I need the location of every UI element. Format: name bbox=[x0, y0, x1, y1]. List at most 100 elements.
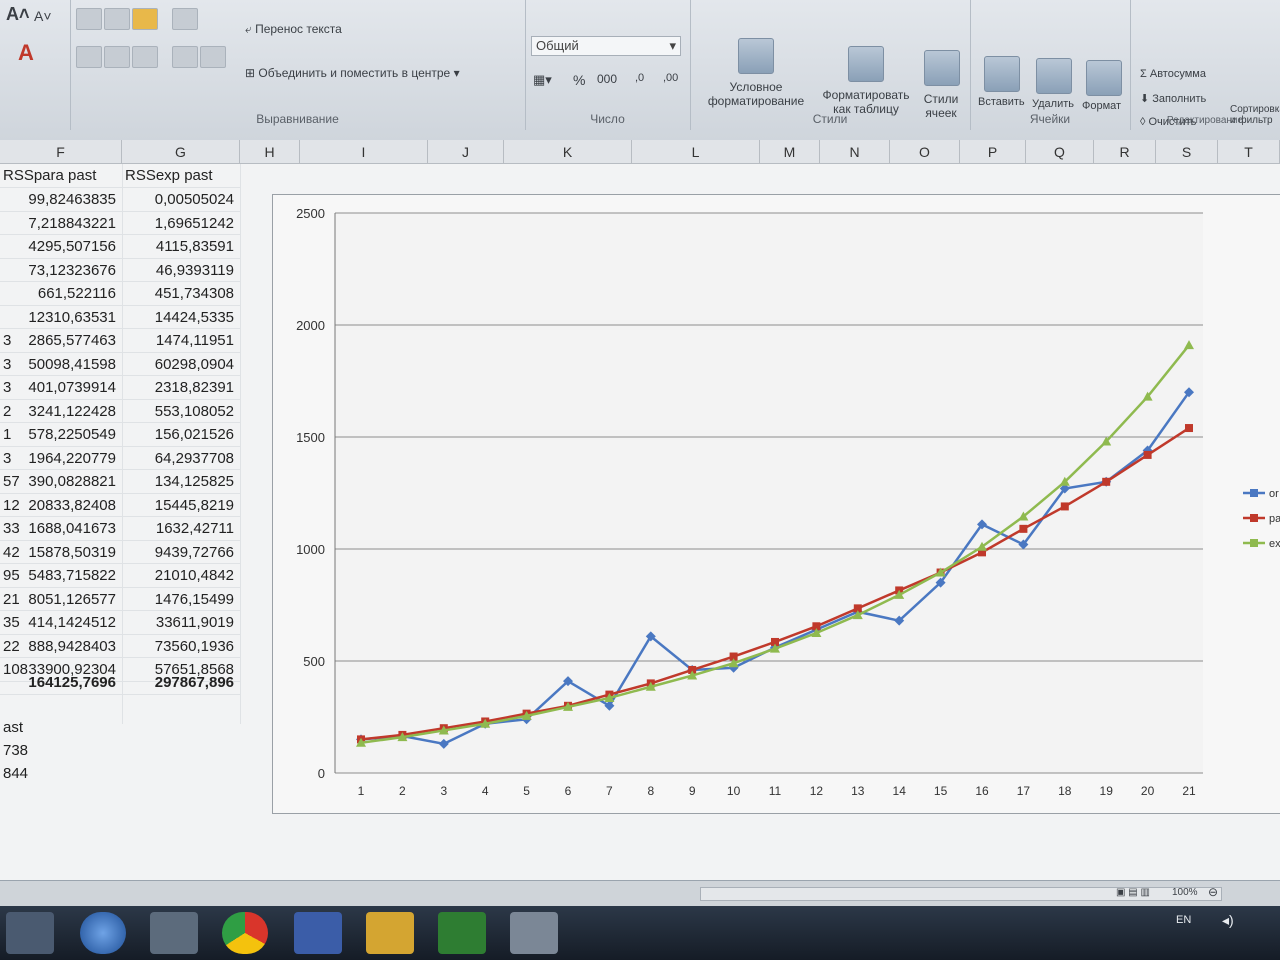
line-chart[interactable]: 0 500 1000 1500 2000 2500 1 2 3 4 5 6 7 8 9 10 11 12 13 14 1… bbox=[272, 194, 1280, 814]
cell-rss-para[interactable]: 888,9428403 bbox=[0, 635, 122, 658]
decrease-decimal-icon[interactable]: ,00 bbox=[663, 72, 678, 84]
lower-label[interactable]: ast bbox=[0, 716, 60, 740]
align-middle-icon[interactable] bbox=[104, 8, 130, 30]
number-format-select[interactable]: Общий ▾ bbox=[531, 36, 681, 56]
zoom-level[interactable]: 100% bbox=[1172, 887, 1198, 898]
cell-rss-exp[interactable]: 156,021526 bbox=[122, 423, 240, 447]
column-header[interactable]: J bbox=[428, 140, 504, 164]
column-header[interactable]: N bbox=[820, 140, 890, 164]
zoom-out-icon[interactable]: ⊖ bbox=[1208, 885, 1218, 899]
chrome-icon[interactable] bbox=[222, 912, 268, 954]
column-header[interactable]: P bbox=[960, 140, 1026, 164]
cell-rss-exp[interactable]: 46,9393119 bbox=[122, 259, 240, 282]
merge-center-button[interactable]: ⊞ Объединить и поместить в центре ▾ bbox=[245, 66, 460, 80]
header-rss-para[interactable]: RSSpara past bbox=[0, 164, 122, 188]
media-player-icon[interactable] bbox=[6, 912, 54, 954]
fill-button[interactable]: ⬇ Заполнить bbox=[1140, 92, 1206, 105]
column-header[interactable]: Q bbox=[1026, 140, 1094, 164]
increase-font-icon[interactable]: A˄ bbox=[6, 4, 30, 25]
column-header[interactable]: H bbox=[240, 140, 300, 164]
column-header[interactable]: T bbox=[1218, 140, 1280, 164]
cell-rss-para[interactable]: 8051,126577 bbox=[0, 588, 122, 611]
cell-rss-exp[interactable]: 451,734308 bbox=[122, 282, 240, 306]
increase-indent-icon[interactable] bbox=[200, 46, 226, 68]
cell-rss-para[interactable]: 578,2250549 bbox=[0, 423, 122, 447]
cell-rss-exp[interactable]: 4115,83591 bbox=[122, 235, 240, 259]
column-header[interactable]: L bbox=[632, 140, 760, 164]
volume-icon[interactable]: ◂) bbox=[1222, 912, 1234, 929]
cell-rss-para[interactable]: 661,522116 bbox=[0, 282, 122, 306]
explorer-icon[interactable] bbox=[150, 912, 198, 954]
wrap-text-button[interactable]: ⤶ Перенос текста bbox=[245, 22, 342, 37]
cell-rss-exp[interactable]: 1,69651242 bbox=[122, 212, 240, 235]
cell-rss-exp[interactable]: 9439,72766 bbox=[122, 541, 240, 564]
cell-rss-exp[interactable]: 14424,5335 bbox=[122, 306, 240, 329]
align-left-icon[interactable] bbox=[76, 46, 102, 68]
header-rss-exp[interactable]: RSSexp past bbox=[122, 164, 240, 188]
align-right-icon[interactable] bbox=[132, 46, 158, 68]
cell-rss-para[interactable]: 3241,122428 bbox=[0, 400, 122, 423]
percent-icon[interactable]: % bbox=[573, 72, 585, 88]
font-color-icon[interactable]: A bbox=[18, 40, 34, 66]
cell-rss-exp[interactable]: 1476,15499 bbox=[122, 588, 240, 611]
format-button[interactable]: Формат bbox=[1082, 100, 1121, 112]
calculator-app-icon[interactable] bbox=[510, 912, 558, 954]
excel-icon[interactable] bbox=[438, 912, 486, 954]
start-orb-icon[interactable] bbox=[80, 912, 126, 954]
column-header[interactable]: O bbox=[890, 140, 960, 164]
decrease-indent-icon[interactable] bbox=[172, 46, 198, 68]
insert-cells-icon[interactable] bbox=[984, 56, 1020, 92]
cell-styles-icon[interactable] bbox=[924, 50, 960, 86]
cell-rss-para[interactable]: 1688,041673 bbox=[0, 517, 122, 541]
lower-label[interactable]: 844 bbox=[0, 762, 60, 786]
align-bottom-icon[interactable] bbox=[132, 8, 158, 30]
cell-rss-exp[interactable]: 2318,82391 bbox=[122, 376, 240, 400]
cell-rss-para[interactable]: 4295,507156 bbox=[0, 235, 122, 259]
cell-rss-para[interactable]: 401,0739914 bbox=[0, 376, 122, 400]
column-header[interactable]: I bbox=[300, 140, 428, 164]
calculator-icon[interactable] bbox=[294, 912, 342, 954]
cell-rss-para[interactable]: 73,12323676 bbox=[0, 259, 122, 282]
cell-rss-exp[interactable]: 64,2937708 bbox=[122, 447, 240, 470]
increase-decimal-icon[interactable]: ,0 bbox=[635, 72, 644, 84]
cell-rss-para[interactable]: 1964,220779 bbox=[0, 447, 122, 470]
conditional-format-icon[interactable] bbox=[738, 38, 774, 74]
cell-rss-exp[interactable]: 553,108052 bbox=[122, 400, 240, 423]
currency-icon[interactable]: ▦▾ bbox=[533, 72, 552, 88]
align-center-icon[interactable] bbox=[104, 46, 130, 68]
cell-rss-para[interactable]: 414,1424512 bbox=[0, 611, 122, 635]
delete-cells-icon[interactable] bbox=[1036, 58, 1072, 94]
cell-rss-para[interactable]: 2865,577463 bbox=[0, 329, 122, 353]
thousands-icon[interactable]: 000 bbox=[597, 72, 617, 86]
orientation-icon[interactable] bbox=[172, 8, 198, 30]
cell-rss-para[interactable]: 20833,82408 bbox=[0, 494, 122, 517]
conditional-format-button[interactable]: Условное форматирование bbox=[696, 80, 816, 108]
notes-icon[interactable] bbox=[366, 912, 414, 954]
cell-rss-exp[interactable]: 134,125825 bbox=[122, 470, 240, 494]
column-header[interactable]: G bbox=[122, 140, 240, 164]
cell-rss-para[interactable]: 99,82463835 bbox=[0, 188, 122, 212]
format-table-icon[interactable] bbox=[848, 46, 884, 82]
insert-button[interactable]: Вставить bbox=[978, 96, 1025, 108]
column-header[interactable]: F bbox=[0, 140, 122, 164]
cell-rss-exp[interactable]: 60298,0904 bbox=[122, 353, 240, 376]
cell-rss-exp[interactable]: 1474,11951 bbox=[122, 329, 240, 353]
align-top-icon[interactable] bbox=[76, 8, 102, 30]
decrease-font-icon[interactable]: A˅ bbox=[34, 8, 52, 24]
cell-rss-exp[interactable]: 33611,9019 bbox=[122, 611, 240, 635]
cell-rss-exp[interactable]: 0,00505024 bbox=[122, 188, 240, 212]
cell-rss-para[interactable]: 7,218843221 bbox=[0, 212, 122, 235]
cell-rss-para[interactable]: 390,0828821 bbox=[0, 470, 122, 494]
cell-rss-exp[interactable]: 73560,1936 bbox=[122, 635, 240, 658]
total-rss-exp[interactable]: 297867,896 bbox=[122, 671, 240, 695]
column-header[interactable]: R bbox=[1094, 140, 1156, 164]
total-rss-para[interactable]: 164125,7696 bbox=[0, 671, 122, 695]
cell-rss-exp[interactable]: 15445,8219 bbox=[122, 494, 240, 517]
language-indicator[interactable]: EN bbox=[1176, 914, 1191, 926]
lower-label[interactable]: 738 bbox=[0, 739, 60, 763]
cell-rss-exp[interactable]: 21010,4842 bbox=[122, 564, 240, 588]
cell-rss-para[interactable]: 15878,50319 bbox=[0, 541, 122, 564]
cell-rss-para[interactable]: 5483,715822 bbox=[0, 564, 122, 588]
column-header[interactable]: S bbox=[1156, 140, 1218, 164]
column-header[interactable]: K bbox=[504, 140, 632, 164]
